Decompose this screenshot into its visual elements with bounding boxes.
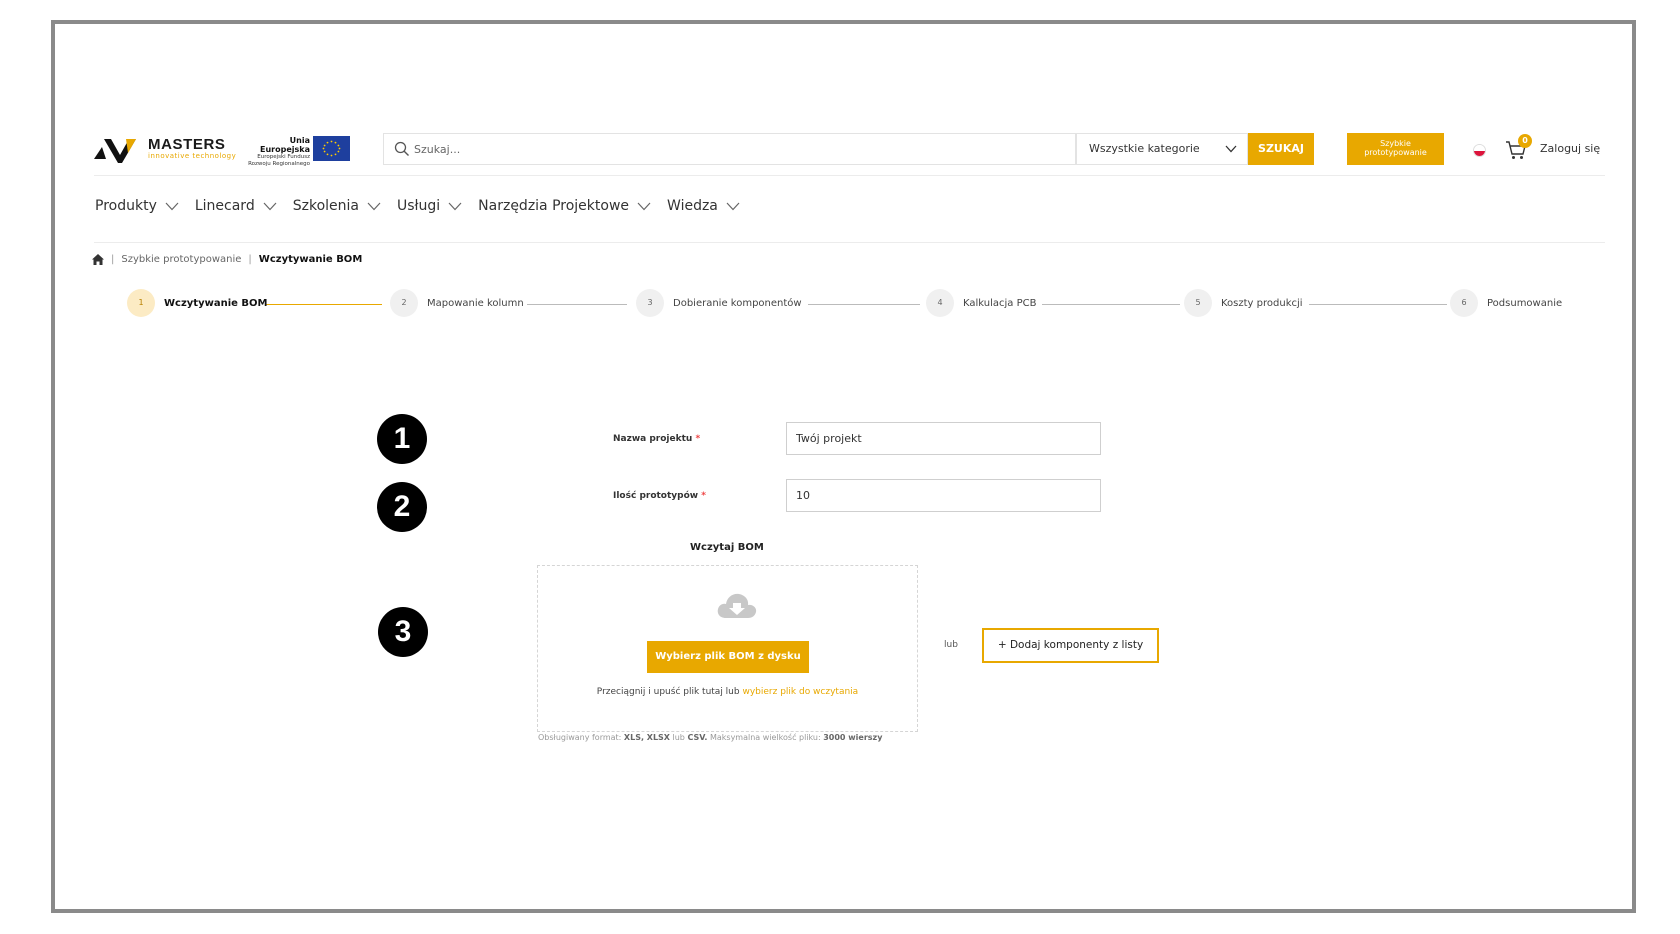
prototypes-count-input[interactable] xyxy=(786,479,1101,512)
logo-subtext: innovative technology xyxy=(148,152,237,160)
eu-flag-icon xyxy=(313,136,350,161)
search-input[interactable] xyxy=(414,138,1064,160)
nav-item-produkty[interactable]: Produkty xyxy=(95,198,179,214)
language-flag-pl-icon[interactable] xyxy=(1473,144,1486,157)
step-label: Kalkulacja PCB xyxy=(963,297,1037,309)
annotation-badge-3: 3 xyxy=(378,607,428,657)
prototypes-count-label-text: Ilość prototypów xyxy=(613,491,699,501)
eu-label: Unia Europejska Europejski Fundusz Rozwo… xyxy=(240,136,310,167)
format-or: lub xyxy=(672,733,685,742)
header-divider xyxy=(94,175,1605,176)
breadcrumb-current: Wczytywanie BOM xyxy=(258,254,363,265)
login-link[interactable]: Zaloguj się xyxy=(1540,142,1600,155)
project-name-label-text: Nazwa projektu xyxy=(613,434,693,444)
format-note: Obsługiwany format: XLS, XLSX lub CSV. M… xyxy=(538,733,882,742)
step-label: Wczytywanie BOM xyxy=(164,297,268,309)
nav-item-uslugi[interactable]: Usługi xyxy=(397,198,462,214)
quick-prototyping-line1: Szybkie xyxy=(1380,139,1411,148)
step-connector xyxy=(1042,304,1180,305)
nav-divider xyxy=(94,242,1605,243)
annotation-badge-2: 2 xyxy=(377,482,427,532)
prototypes-count-label: Ilość prototypów * xyxy=(613,491,706,501)
step-4[interactable]: 4 Kalkulacja PCB xyxy=(926,289,1036,317)
quick-prototyping-button[interactable]: Szybkie prototypowanie xyxy=(1347,133,1444,165)
breadcrumb: | Szybkie prototypowanie | Wczytywanie B… xyxy=(92,254,362,265)
search-button[interactable]: SZUKAJ xyxy=(1248,133,1314,165)
add-components-from-list-button[interactable]: + Dodaj komponenty z listy xyxy=(982,628,1159,663)
logo-text: MASTERS xyxy=(148,136,226,153)
nav-item-wiedza[interactable]: Wiedza xyxy=(667,198,740,214)
step-1[interactable]: 1 Wczytywanie BOM xyxy=(127,289,267,317)
nav-item-label: Produkty xyxy=(95,198,157,214)
annotation-badge-1: 1 xyxy=(377,414,427,464)
breadcrumb-separator: | xyxy=(111,254,115,265)
nav-item-narzedzia[interactable]: Narzędzia Projektowe xyxy=(478,198,651,214)
chevron-down-icon xyxy=(448,202,462,210)
step-connector xyxy=(808,304,920,305)
step-number: 5 xyxy=(1184,289,1212,317)
chevron-down-icon xyxy=(726,202,740,210)
eu-sub2: Rozwoju Regionalnego xyxy=(248,160,310,167)
breadcrumb-separator: | xyxy=(248,254,252,265)
quick-prototyping-line2: prototypowanie xyxy=(1364,148,1427,157)
step-number: 2 xyxy=(390,289,418,317)
format-csv: CSV. xyxy=(687,733,708,742)
step-number: 1 xyxy=(127,289,155,317)
upload-title: Wczytaj BOM xyxy=(690,542,764,553)
nav-item-label: Szkolenia xyxy=(292,198,359,214)
step-connector xyxy=(527,304,627,305)
choose-file-link[interactable]: wybierz plik do wczytania xyxy=(742,687,858,697)
step-label: Koszty produkcji xyxy=(1221,297,1303,309)
project-name-input[interactable] xyxy=(786,422,1101,455)
nav-item-label: Wiedza xyxy=(667,198,718,214)
category-select-value: Wszystkie kategorie xyxy=(1089,142,1200,155)
home-icon[interactable] xyxy=(92,254,104,265)
step-connector xyxy=(266,304,382,305)
step-6[interactable]: 6 Podsumowanie xyxy=(1450,289,1562,317)
required-mark: * xyxy=(701,491,706,501)
step-5[interactable]: 5 Koszty produkcji xyxy=(1184,289,1303,317)
nav-item-szkolenia[interactable]: Szkolenia xyxy=(293,198,381,214)
project-name-label: Nazwa projektu * xyxy=(613,434,700,444)
step-number: 6 xyxy=(1450,289,1478,317)
nav-item-label: Linecard xyxy=(194,198,255,214)
chevron-down-icon xyxy=(165,202,179,210)
nav-item-label: Usługi xyxy=(396,198,441,214)
nav-item-linecard[interactable]: Linecard xyxy=(195,198,277,214)
step-3[interactable]: 3 Dobieranie komponentów xyxy=(636,289,802,317)
nav-item-label: Narzędzia Projektowe xyxy=(478,198,630,214)
step-label: Dobieranie komponentów xyxy=(673,297,802,309)
max-size-value: 3000 wierszy xyxy=(823,733,883,742)
format-types: XLS, XLSX xyxy=(623,733,670,742)
category-select[interactable]: Wszystkie kategorie xyxy=(1076,133,1248,165)
search-icon xyxy=(394,141,409,156)
step-connector xyxy=(1309,304,1447,305)
step-number: 4 xyxy=(926,289,954,317)
chevron-down-icon xyxy=(367,202,381,210)
cloud-download-icon xyxy=(717,593,757,618)
chevron-down-icon xyxy=(1225,145,1237,153)
drop-hint: Przeciągnij i upuść plik tutaj lub wybie… xyxy=(537,687,918,697)
step-number: 3 xyxy=(636,289,664,317)
choose-bom-file-button[interactable]: Wybierz plik BOM z dysku xyxy=(647,641,809,673)
step-2[interactable]: 2 Mapowanie kolumn xyxy=(390,289,524,317)
or-text: lub xyxy=(944,640,958,650)
chevron-down-icon xyxy=(263,202,277,210)
eu-title: Unia Europejska xyxy=(260,136,310,154)
format-prefix: Obsługiwany format: xyxy=(538,733,622,742)
required-mark: * xyxy=(695,434,701,444)
step-label: Podsumowanie xyxy=(1487,297,1563,309)
max-size-prefix: Maksymalna wielkość pliku: xyxy=(709,733,821,742)
chevron-down-icon xyxy=(637,202,651,210)
cart-count-badge: 0 xyxy=(1518,134,1532,148)
step-label: Mapowanie kolumn xyxy=(427,297,524,309)
main-nav: Produkty Linecard Szkolenia Usługi Narzę… xyxy=(95,198,756,214)
breadcrumb-parent[interactable]: Szybkie prototypowanie xyxy=(121,254,241,265)
drop-hint-text: Przeciągnij i upuść plik tutaj lub xyxy=(596,687,740,697)
